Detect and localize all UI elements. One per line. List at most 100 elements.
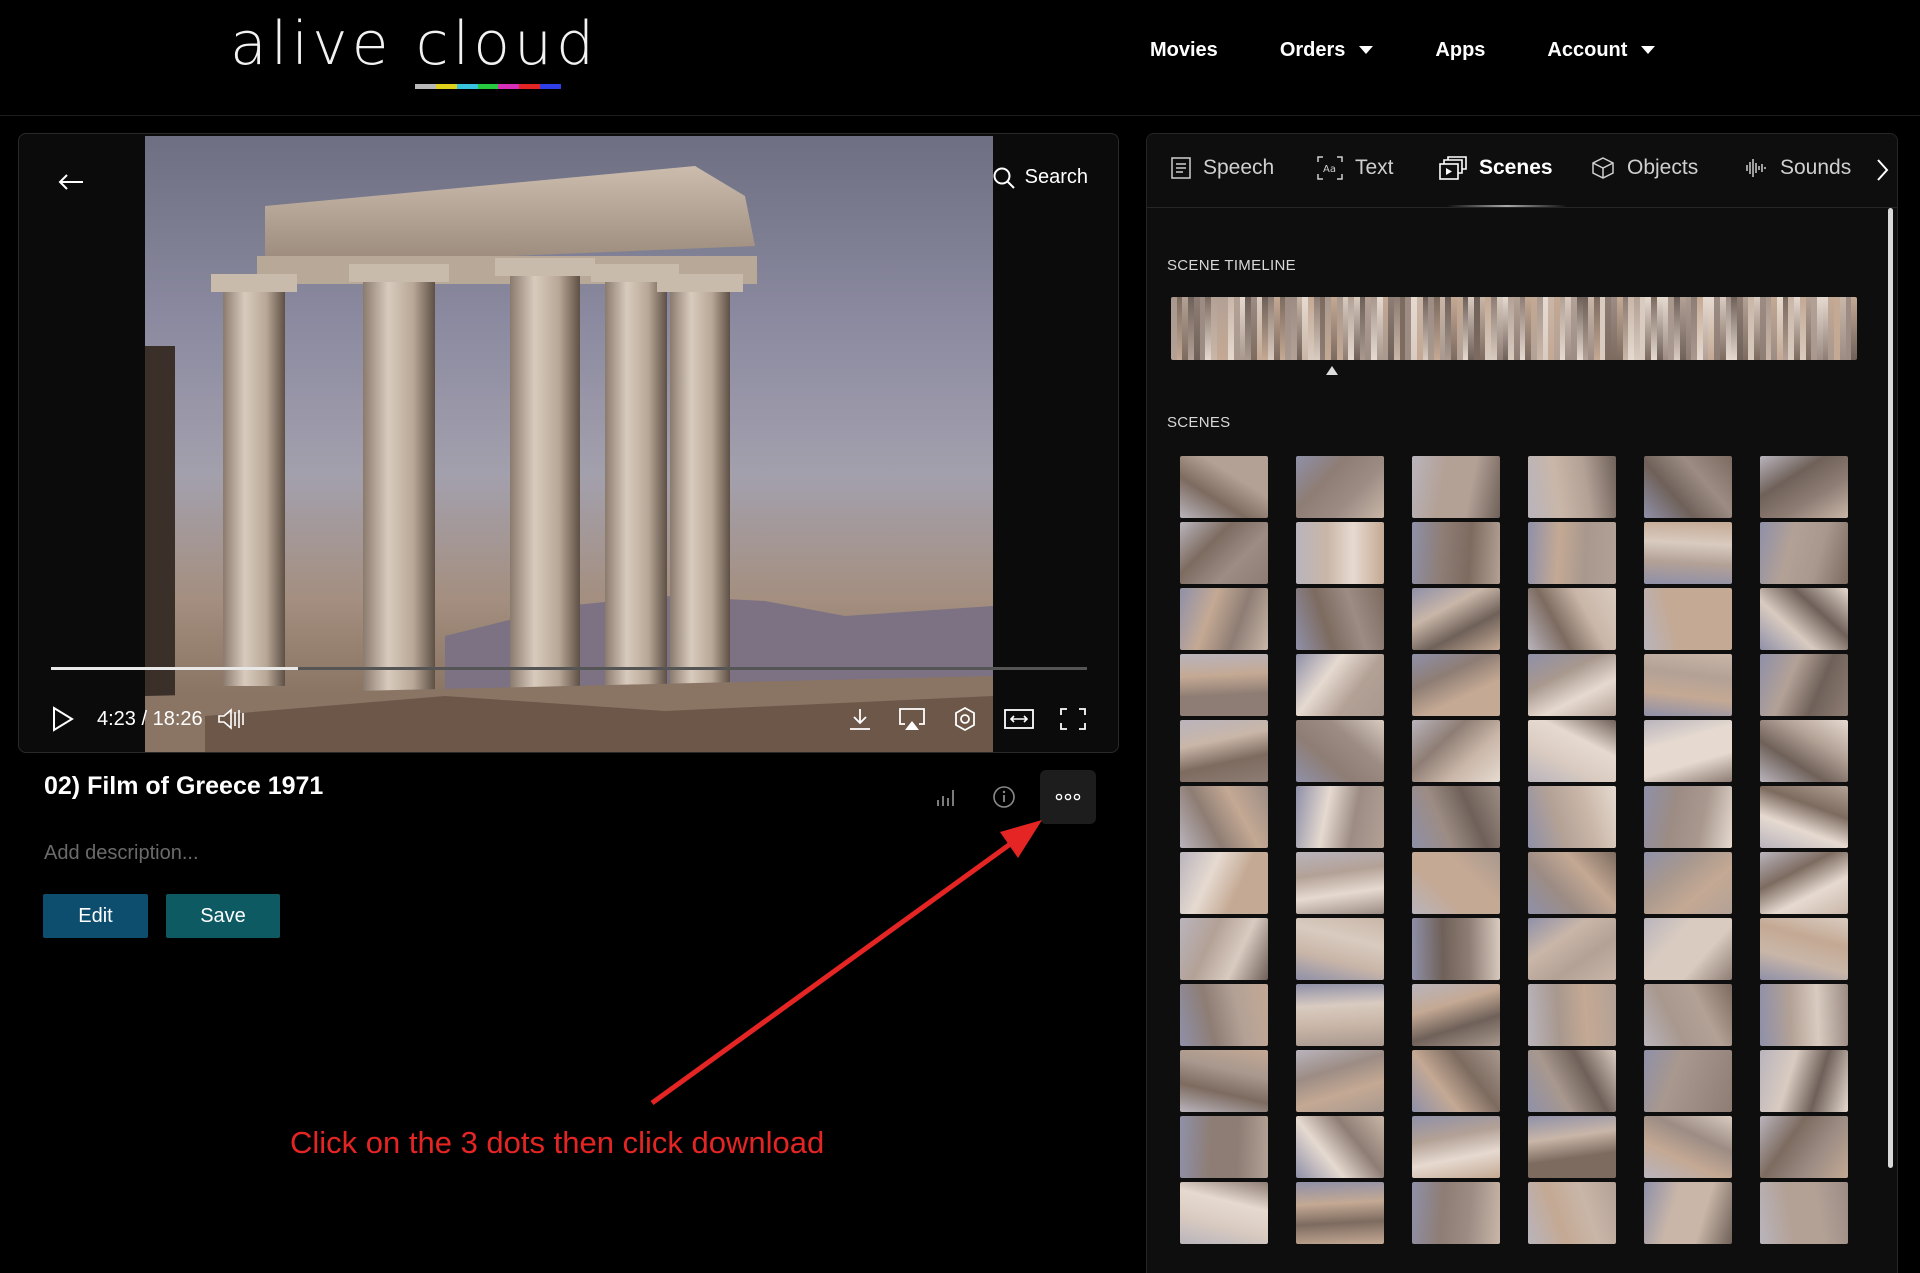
scene-thumbnail[interactable] bbox=[1180, 654, 1268, 716]
scene-thumbnail[interactable] bbox=[1412, 852, 1500, 914]
scene-thumbnail[interactable] bbox=[1180, 852, 1268, 914]
scene-thumbnail[interactable] bbox=[1180, 1050, 1268, 1112]
scene-thumbnail[interactable] bbox=[1528, 456, 1616, 518]
scene-thumbnail[interactable] bbox=[1180, 984, 1268, 1046]
airplay-button[interactable] bbox=[897, 706, 927, 732]
scene-thumbnail[interactable] bbox=[1180, 456, 1268, 518]
scene-thumbnail[interactable] bbox=[1296, 918, 1384, 980]
scene-thumbnail[interactable] bbox=[1528, 984, 1616, 1046]
fullscreen-button[interactable] bbox=[1059, 707, 1087, 731]
stats-button[interactable] bbox=[924, 770, 968, 824]
scene-thumbnail[interactable] bbox=[1412, 720, 1500, 782]
more-options-button[interactable] bbox=[1040, 770, 1096, 824]
scene-thumbnail[interactable] bbox=[1296, 984, 1384, 1046]
scene-thumbnail[interactable] bbox=[1528, 720, 1616, 782]
scene-thumbnail[interactable] bbox=[1528, 522, 1616, 584]
tab-sounds[interactable]: Sounds bbox=[1742, 156, 1851, 180]
scene-thumbnail[interactable] bbox=[1180, 786, 1268, 848]
scene-thumbnail[interactable] bbox=[1760, 852, 1848, 914]
scene-thumbnail[interactable] bbox=[1296, 720, 1384, 782]
settings-button[interactable] bbox=[951, 705, 979, 733]
scene-thumbnail[interactable] bbox=[1412, 918, 1500, 980]
scene-thumbnail[interactable] bbox=[1528, 1116, 1616, 1178]
scene-thumbnail[interactable] bbox=[1760, 918, 1848, 980]
scene-thumbnail[interactable] bbox=[1528, 1182, 1616, 1244]
nav-account[interactable]: Account bbox=[1547, 36, 1656, 64]
scene-thumbnail[interactable] bbox=[1644, 654, 1732, 716]
scene-thumbnail[interactable] bbox=[1644, 786, 1732, 848]
scene-thumbnail[interactable] bbox=[1528, 852, 1616, 914]
scene-thumbnail[interactable] bbox=[1412, 1050, 1500, 1112]
save-button[interactable]: Save bbox=[166, 894, 280, 938]
scene-thumbnail[interactable] bbox=[1412, 456, 1500, 518]
progress-bar[interactable] bbox=[51, 667, 1087, 670]
video-player[interactable]: Search 4:23 / 18:26 bbox=[18, 133, 1119, 753]
scene-thumbnail[interactable] bbox=[1528, 588, 1616, 650]
scene-thumbnail[interactable] bbox=[1180, 918, 1268, 980]
back-button[interactable] bbox=[51, 162, 91, 202]
scene-thumbnail[interactable] bbox=[1644, 720, 1732, 782]
scene-thumbnail[interactable] bbox=[1296, 1116, 1384, 1178]
scene-thumbnail[interactable] bbox=[1644, 1116, 1732, 1178]
scene-thumbnail[interactable] bbox=[1760, 786, 1848, 848]
scene-thumbnail[interactable] bbox=[1296, 456, 1384, 518]
scene-thumbnail[interactable] bbox=[1760, 654, 1848, 716]
download-button[interactable] bbox=[847, 706, 873, 732]
nav-orders[interactable]: Orders bbox=[1280, 36, 1374, 64]
tab-objects[interactable]: Objects bbox=[1591, 156, 1698, 180]
info-button[interactable] bbox=[982, 770, 1026, 824]
scene-thumbnail[interactable] bbox=[1760, 522, 1848, 584]
scene-thumbnail[interactable] bbox=[1296, 1182, 1384, 1244]
scene-thumbnail[interactable] bbox=[1180, 1116, 1268, 1178]
scene-thumbnail[interactable] bbox=[1412, 984, 1500, 1046]
logo[interactable]: alive cloud bbox=[230, 8, 598, 89]
nav-apps[interactable]: Apps bbox=[1435, 36, 1485, 64]
scene-thumbnail[interactable] bbox=[1760, 1182, 1848, 1244]
scene-thumbnail[interactable] bbox=[1644, 1050, 1732, 1112]
scene-thumbnail[interactable] bbox=[1412, 588, 1500, 650]
scene-thumbnail[interactable] bbox=[1644, 456, 1732, 518]
volume-button[interactable] bbox=[217, 707, 247, 731]
video-frame[interactable] bbox=[145, 136, 993, 752]
scene-thumbnail[interactable] bbox=[1296, 1050, 1384, 1112]
edit-button[interactable]: Edit bbox=[43, 894, 148, 938]
scene-thumbnail[interactable] bbox=[1412, 786, 1500, 848]
scene-thumbnail[interactable] bbox=[1760, 588, 1848, 650]
scene-thumbnail[interactable] bbox=[1296, 588, 1384, 650]
tab-text[interactable]: Aa Text bbox=[1317, 156, 1394, 180]
scene-thumbnail[interactable] bbox=[1528, 1050, 1616, 1112]
scene-thumbnail[interactable] bbox=[1644, 852, 1732, 914]
scene-thumbnail[interactable] bbox=[1644, 522, 1732, 584]
scene-thumbnail[interactable] bbox=[1412, 522, 1500, 584]
scene-thumbnail[interactable] bbox=[1180, 588, 1268, 650]
scene-thumbnail[interactable] bbox=[1180, 720, 1268, 782]
tab-scenes[interactable]: Scenes bbox=[1439, 156, 1553, 180]
scene-thumbnail[interactable] bbox=[1760, 456, 1848, 518]
timeline-position-marker[interactable] bbox=[1326, 366, 1339, 375]
scene-thumbnail[interactable] bbox=[1644, 1182, 1732, 1244]
nav-movies[interactable]: Movies bbox=[1150, 36, 1218, 64]
scene-thumbnail[interactable] bbox=[1760, 720, 1848, 782]
scene-thumbnail[interactable] bbox=[1296, 522, 1384, 584]
scene-thumbnail[interactable] bbox=[1180, 522, 1268, 584]
scene-thumbnail[interactable] bbox=[1296, 654, 1384, 716]
theater-mode-button[interactable] bbox=[1003, 707, 1035, 731]
video-search-button[interactable]: Search bbox=[993, 166, 1088, 189]
scene-thumbnail[interactable] bbox=[1760, 984, 1848, 1046]
scene-thumbnail[interactable] bbox=[1412, 1182, 1500, 1244]
scene-thumbnail[interactable] bbox=[1528, 918, 1616, 980]
scene-timeline[interactable] bbox=[1171, 297, 1857, 360]
panel-scrollbar[interactable] bbox=[1888, 208, 1893, 1168]
tab-speech[interactable]: Speech bbox=[1171, 156, 1274, 180]
scene-thumbnail[interactable] bbox=[1644, 588, 1732, 650]
description-field[interactable]: Add description... bbox=[44, 842, 199, 865]
scene-thumbnail[interactable] bbox=[1412, 1116, 1500, 1178]
scene-thumbnail[interactable] bbox=[1180, 1182, 1268, 1244]
scene-thumbnail[interactable] bbox=[1528, 786, 1616, 848]
scene-thumbnail[interactable] bbox=[1760, 1050, 1848, 1112]
scene-thumbnail[interactable] bbox=[1644, 918, 1732, 980]
play-button[interactable] bbox=[51, 706, 75, 732]
scene-thumbnail[interactable] bbox=[1296, 852, 1384, 914]
scene-thumbnail[interactable] bbox=[1412, 654, 1500, 716]
scene-thumbnail[interactable] bbox=[1644, 984, 1732, 1046]
